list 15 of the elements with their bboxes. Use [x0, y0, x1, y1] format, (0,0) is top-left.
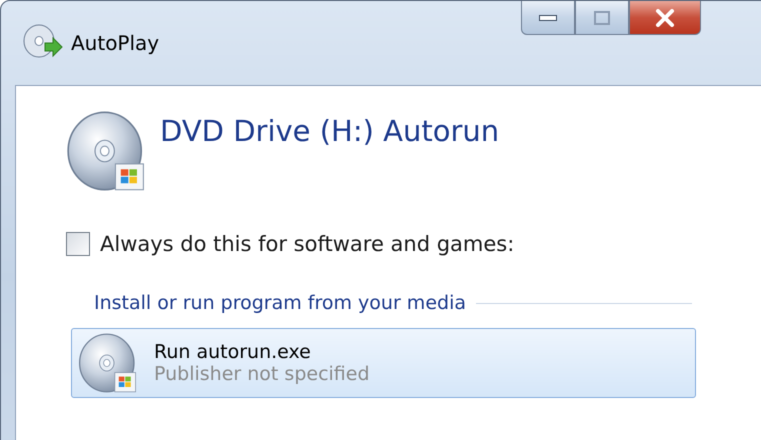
window-title: AutoPlay	[71, 31, 160, 55]
checkbox[interactable]	[66, 232, 90, 256]
maximize-button[interactable]	[575, 1, 629, 35]
checkbox-label: Always do this for software and games:	[100, 232, 514, 256]
maximize-icon	[594, 10, 610, 24]
option-title: Run autorun.exe	[154, 341, 312, 363]
close-button[interactable]	[629, 1, 701, 35]
section-heading: Install or run program from your media	[94, 292, 466, 314]
close-icon	[655, 8, 675, 26]
device-title: DVD Drive (H:) Autorun	[160, 114, 500, 148]
autoplay-icon	[23, 23, 63, 59]
option-subtitle: Publisher not specified	[154, 363, 370, 385]
minimize-button[interactable]	[521, 1, 575, 35]
minimize-icon	[539, 14, 557, 20]
option-item[interactable]: Run autorun.exe Publisher not specified	[71, 328, 696, 398]
